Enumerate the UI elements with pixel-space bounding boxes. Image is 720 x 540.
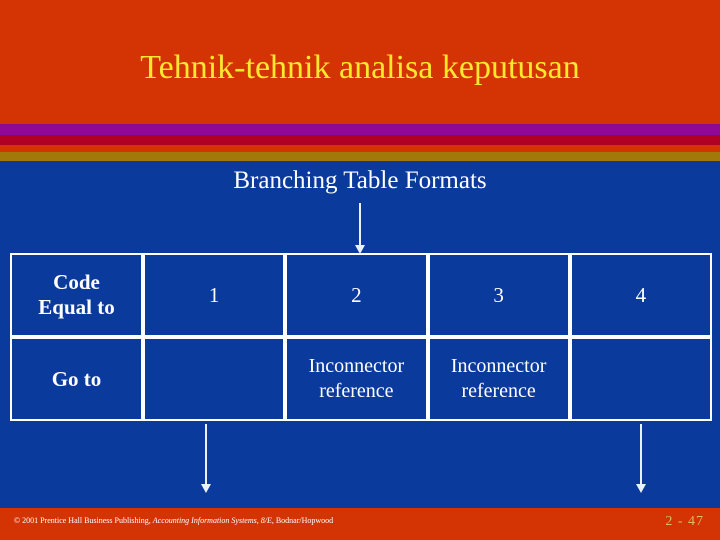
divider-band-orange — [0, 145, 720, 152]
row-label-line-2: Equal to — [38, 295, 115, 319]
subtitle: Branching Table Formats — [233, 167, 487, 194]
goto-value-3: Inconnector reference — [427, 337, 570, 421]
footer-book-title: Accounting Information Systems, 8/E — [152, 516, 272, 525]
code-value-1: 1 — [143, 253, 286, 337]
footer-authors: , Bodnar/Hopwood — [271, 516, 334, 525]
divider-band-gold — [0, 152, 720, 161]
row-label-line-1: Code — [53, 270, 100, 294]
footer-copyright: © 2001 Prentice Hall Business Publishing… — [14, 516, 153, 525]
code-value-2: 2 — [285, 253, 428, 337]
arrow-head — [201, 484, 211, 493]
table-row: Go to Inconnector reference Inconnector … — [10, 337, 712, 421]
code-value-3: 3 — [427, 253, 570, 337]
arrow-shaft — [359, 203, 361, 245]
slide: Tehnik-tehnik analisa keputusan Branchin… — [0, 0, 720, 540]
divider-band-crimson — [0, 135, 720, 145]
table-row: Code Equal to 1 2 3 4 — [10, 253, 712, 337]
goto-value-1 — [143, 337, 286, 421]
row-label-line-1: Go to — [51, 366, 102, 391]
row-label-code-equal-to: Code Equal to — [10, 253, 143, 337]
arrow-shaft — [640, 424, 642, 484]
branching-table: Code Equal to 1 2 3 4 Go to Inconnector … — [10, 253, 712, 421]
row-label-go-to: Go to — [10, 337, 143, 421]
goto-value-2: Inconnector reference — [285, 337, 428, 421]
divider-band-purple — [0, 124, 720, 135]
goto-value-4 — [569, 337, 712, 421]
arrow-shaft — [205, 424, 207, 484]
arrow-head — [636, 484, 646, 493]
page-number: 2 - 47 — [665, 514, 704, 529]
page-title: Tehnik-tehnik analisa keputusan — [140, 49, 580, 86]
code-value-4: 4 — [569, 253, 712, 337]
footer-credit: © 2001 Prentice Hall Business Publishing… — [14, 515, 333, 526]
